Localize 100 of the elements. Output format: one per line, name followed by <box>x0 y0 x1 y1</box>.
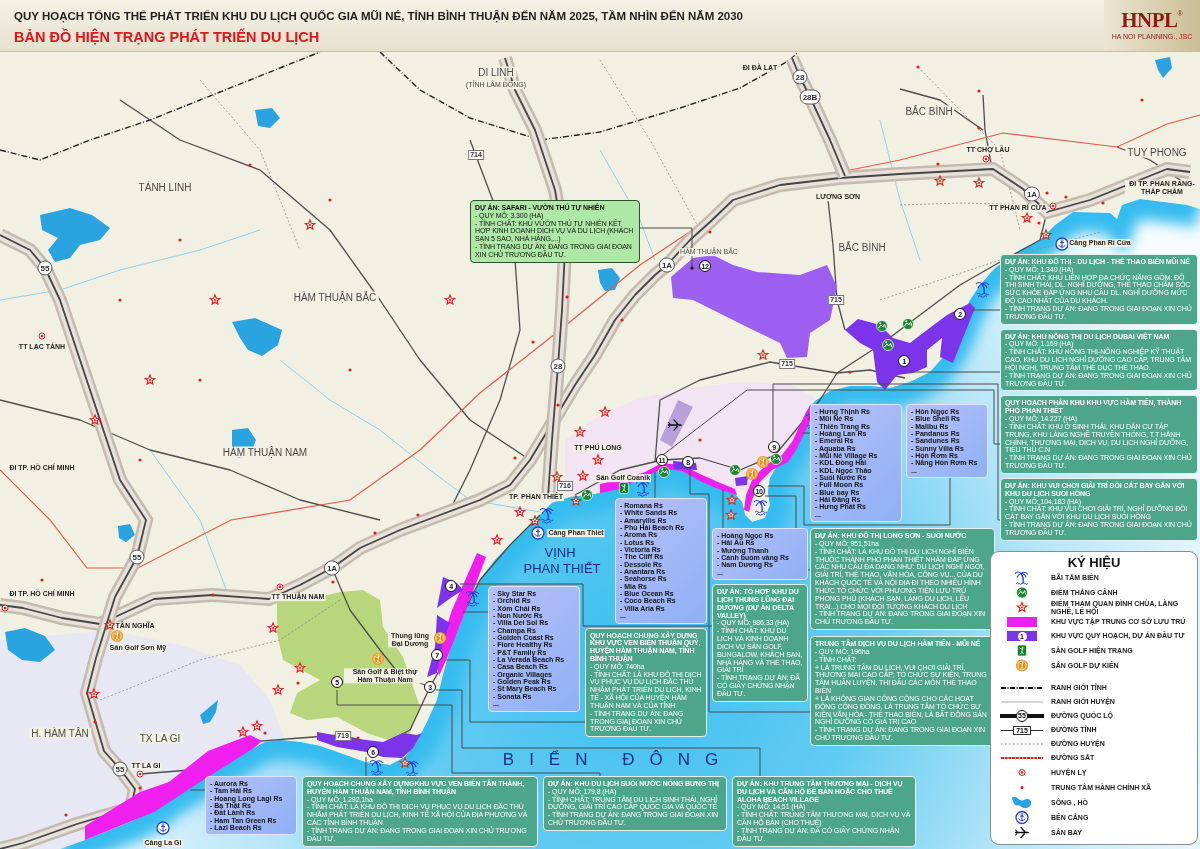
lake <box>255 108 280 128</box>
dot-icon <box>513 456 517 460</box>
star-icon <box>724 508 738 521</box>
town-marker-icon <box>136 770 144 778</box>
airplane-icon <box>1014 827 1029 838</box>
lake <box>40 208 110 262</box>
star-icon <box>293 661 307 674</box>
district-label: BẮC BÌNH <box>836 241 888 253</box>
golf-circle-icon <box>433 631 447 645</box>
star-icon <box>972 176 986 189</box>
airplane-icon <box>667 419 682 431</box>
scenic-spot-icon <box>876 320 888 332</box>
town-marker-icon <box>38 332 46 340</box>
leader-line <box>189 789 206 791</box>
lake <box>118 524 135 542</box>
dot-icon <box>977 126 981 130</box>
lake <box>232 318 282 356</box>
dot-icon <box>93 720 97 724</box>
dot-icon <box>1045 191 1049 195</box>
star-icon <box>143 373 157 386</box>
scenic-spot-icon <box>902 318 914 330</box>
town-marker-icon <box>982 155 990 163</box>
anchor-icon <box>1015 810 1029 825</box>
anchor-icon <box>156 821 170 835</box>
star-icon <box>1039 228 1053 241</box>
star-icon <box>591 453 605 466</box>
golf-icon <box>1017 644 1027 657</box>
golf-circle-icon <box>745 467 759 481</box>
dot-icon <box>248 163 252 167</box>
beach-icon <box>539 507 554 524</box>
scenic-spot-icon <box>658 466 670 478</box>
star-icon <box>573 425 587 438</box>
scenic-spot-icon <box>770 453 782 465</box>
star-icon <box>208 293 222 306</box>
golf-circle-icon <box>110 629 124 643</box>
district-label: TUY PHONG <box>1125 146 1189 158</box>
district-label: HÀM THUẬN BẮC <box>291 291 379 303</box>
star-icon <box>576 469 590 482</box>
town-marker-icon <box>1049 202 1057 210</box>
planning-zone <box>735 476 748 486</box>
dot-icon <box>263 731 267 735</box>
district-label: TX LA GI <box>137 732 183 744</box>
star-icon <box>569 494 583 507</box>
beach-icon <box>404 760 419 777</box>
dot-icon <box>356 736 360 740</box>
star-icon <box>756 348 770 361</box>
dot-icon <box>348 368 352 372</box>
town-marker-icon <box>1018 769 1026 776</box>
district-label: TÁNH LINH <box>136 181 194 193</box>
town-marker-icon <box>1 604 9 612</box>
dot-icon <box>211 593 215 597</box>
star-icon <box>598 405 612 418</box>
district-label: HÀM THUẬN NAM <box>220 446 310 458</box>
town-marker-icon <box>276 583 284 591</box>
golf-icon <box>619 482 629 494</box>
beach-icon <box>635 480 650 497</box>
district-label: H. HÀM TÂN <box>29 727 91 739</box>
beach-icon <box>369 759 384 776</box>
dot-icon <box>531 340 535 344</box>
map-subtitle: BẢN ĐỒ HIỆN TRẠNG PHÁT TRIỂN DU LỊCH <box>14 29 321 46</box>
dot-icon <box>1140 98 1144 102</box>
dot-icon <box>296 681 300 685</box>
scenic-spot-icon <box>729 464 741 476</box>
dot-icon <box>848 370 852 374</box>
beach-icon <box>1014 571 1029 585</box>
scenic-spot-icon <box>1016 586 1028 599</box>
star-icon <box>303 218 317 231</box>
dot-icon <box>1037 221 1041 225</box>
dot-icon <box>620 318 624 322</box>
dot-icon <box>328 198 332 202</box>
dot-icon <box>1064 195 1068 199</box>
bay-label: VỊNH <box>544 545 576 561</box>
star-icon <box>513 505 527 518</box>
dot-icon <box>708 230 712 234</box>
dot-icon <box>64 813 68 817</box>
scenic-spot-icon <box>882 339 894 351</box>
star-icon <box>490 533 504 546</box>
province-border-symbol <box>1001 687 1043 689</box>
lake <box>5 628 55 662</box>
star-icon <box>236 725 250 738</box>
lake <box>598 268 620 291</box>
dot-icon <box>198 378 202 382</box>
star-icon <box>250 719 264 732</box>
leader-line <box>971 309 1001 311</box>
leader-line <box>639 227 694 270</box>
dot-icon <box>138 458 142 462</box>
dot-icon <box>373 531 377 535</box>
dot-icon <box>1101 201 1105 205</box>
star-icon <box>398 756 412 769</box>
star-icon <box>103 618 117 631</box>
district-label: DI LINH <box>476 66 516 78</box>
golf-circle-icon <box>1015 659 1029 672</box>
star-icon <box>725 493 739 506</box>
golf-circle-icon <box>756 455 770 469</box>
star-icon <box>88 413 102 426</box>
star-icon <box>933 174 947 187</box>
scenic-spot-icon <box>581 489 593 501</box>
dot-icon <box>977 89 981 93</box>
dot-icon <box>556 403 560 407</box>
star-icon <box>550 470 564 483</box>
